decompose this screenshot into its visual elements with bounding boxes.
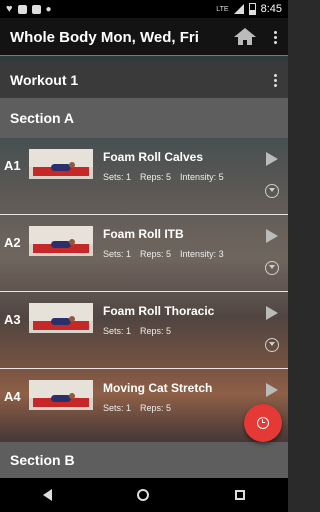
play-icon[interactable] xyxy=(266,306,278,320)
intensity-text: Intensity: 5 xyxy=(180,172,224,182)
intensity-text: Intensity: 3 xyxy=(180,249,224,259)
exercise-stats: Sets: 1 Reps: 5 xyxy=(103,403,171,413)
home-icon[interactable] xyxy=(234,28,256,46)
app-bar: Whole Body Mon, Wed, Fri xyxy=(0,18,288,56)
alarm-fab-button[interactable] xyxy=(244,404,282,442)
play-icon[interactable] xyxy=(266,229,278,243)
exercise-row[interactable]: A2 Foam Roll ITB Sets: 1 Reps: 5 Intensi… xyxy=(0,215,288,292)
alarm-icon xyxy=(257,417,269,429)
exercise-row[interactable]: A4 Moving Cat Stretch Sets: 1 Reps: 5 xyxy=(0,369,288,446)
status-bar: ♥ ● LTE 8:45 xyxy=(0,0,288,18)
exercise-name: Foam Roll ITB xyxy=(103,227,184,241)
workout-header[interactable]: Workout 1 xyxy=(0,62,288,98)
workout-title: Workout 1 xyxy=(10,72,79,88)
reps-text: Reps: 5 xyxy=(140,326,172,336)
section-header-b[interactable]: Section B xyxy=(0,442,288,478)
reps-text: Reps: 5 xyxy=(140,249,172,259)
battery-icon xyxy=(248,3,256,15)
android-icon: ● xyxy=(45,3,52,15)
reps-text: Reps: 5 xyxy=(140,403,172,413)
exercise-row[interactable]: A3 Foam Roll Thoracic Sets: 1 Reps: 5 xyxy=(0,292,288,369)
sets-text: Sets: 1 xyxy=(103,326,132,336)
exercise-label: A4 xyxy=(4,389,21,404)
sets-text: Sets: 1 xyxy=(103,172,132,182)
exercise-thumbnail[interactable] xyxy=(29,303,93,333)
exercise-thumbnail[interactable] xyxy=(29,149,93,179)
recents-icon[interactable] xyxy=(235,490,246,500)
navigation-bar xyxy=(0,478,288,512)
signal-icon xyxy=(233,4,244,14)
exercise-name: Foam Roll Thoracic xyxy=(103,304,215,318)
exercise-name: Foam Roll Calves xyxy=(103,150,204,164)
back-icon[interactable] xyxy=(42,489,52,501)
play-icon[interactable] xyxy=(266,152,278,166)
exercise-row[interactable]: A1 Foam Roll Calves Sets: 1 Reps: 5 Inte… xyxy=(0,138,288,215)
exercise-thumbnail[interactable] xyxy=(29,380,93,410)
section-title: Section A xyxy=(10,110,75,126)
workout-more-icon[interactable] xyxy=(272,73,278,87)
home-nav-icon[interactable] xyxy=(137,489,150,501)
exercise-thumbnail[interactable] xyxy=(29,226,93,256)
heart-icon: ♥ xyxy=(6,2,13,15)
notification-icon xyxy=(31,4,41,14)
exercise-label: A3 xyxy=(4,312,21,327)
exercise-stats: Sets: 1 Reps: 5 Intensity: 3 xyxy=(103,249,224,259)
network-type: LTE xyxy=(216,5,229,13)
expand-icon[interactable] xyxy=(265,184,279,198)
exercise-stats: Sets: 1 Reps: 5 xyxy=(103,326,171,336)
exercise-label: A1 xyxy=(4,158,21,173)
sd-card-icon xyxy=(17,4,27,14)
expand-icon[interactable] xyxy=(265,261,279,275)
exercise-name: Moving Cat Stretch xyxy=(103,381,213,395)
section-title: Section B xyxy=(10,452,75,468)
exercise-stats: Sets: 1 Reps: 5 Intensity: 5 xyxy=(103,172,224,182)
reps-text: Reps: 5 xyxy=(140,172,172,182)
expand-icon[interactable] xyxy=(265,338,279,352)
clock: 8:45 xyxy=(260,3,282,15)
section-header-a[interactable]: Section A xyxy=(0,98,288,138)
page-title: Whole Body Mon, Wed, Fri xyxy=(10,28,199,46)
exercise-label: A2 xyxy=(4,235,21,250)
play-icon[interactable] xyxy=(266,383,278,397)
sets-text: Sets: 1 xyxy=(103,249,132,259)
more-vert-icon[interactable] xyxy=(272,30,278,44)
sets-text: Sets: 1 xyxy=(103,403,132,413)
